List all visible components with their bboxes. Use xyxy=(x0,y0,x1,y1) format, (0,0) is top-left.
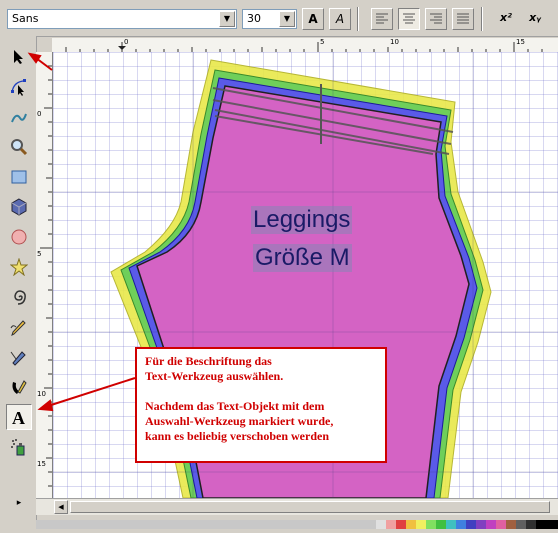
scroll-left-button[interactable]: ◀ xyxy=(54,500,68,514)
italic-icon: A xyxy=(335,12,345,26)
ruler-label: 15 xyxy=(37,460,46,468)
instruction-callout: Für die Beschriftung das Text-Werkzeug a… xyxy=(135,347,387,463)
align-center-icon xyxy=(403,13,415,24)
spray-tool[interactable] xyxy=(6,434,32,460)
horizontal-ruler: 0 5 10 15 xyxy=(52,38,558,53)
subscript-button[interactable]: xᵧ xyxy=(524,8,546,30)
ruler-label: 5 xyxy=(37,250,42,258)
align-center-button[interactable] xyxy=(398,8,420,30)
rectangle-tool[interactable] xyxy=(6,164,32,190)
tweak-tool[interactable] xyxy=(6,104,32,130)
ruler-label: 10 xyxy=(390,38,399,46)
align-right-button[interactable] xyxy=(425,8,447,30)
pencil-icon xyxy=(10,320,26,336)
text-tool[interactable]: A xyxy=(6,404,32,430)
spiral-tool[interactable] xyxy=(6,284,32,310)
tweak-icon xyxy=(11,113,27,123)
pencil-tool[interactable] xyxy=(6,314,32,340)
callout-line: kann es beliebig verschoben werden xyxy=(145,429,330,443)
star-icon xyxy=(9,257,29,277)
font-family-value: Sans xyxy=(12,12,39,25)
justify-icon xyxy=(457,13,469,24)
ellipse-icon xyxy=(11,229,27,245)
chevron-right-icon: ▸ xyxy=(16,498,22,508)
zoom-tool[interactable] xyxy=(6,134,32,160)
selector-tool[interactable] xyxy=(6,44,32,70)
ruler-label: 0 xyxy=(37,110,42,118)
callout-line: Für die Beschriftung das xyxy=(145,354,272,368)
pattern-title-text[interactable]: Leggings xyxy=(251,206,353,234)
font-family-select[interactable]: Sans ▼ xyxy=(7,9,237,29)
superscript-icon: x² xyxy=(500,11,512,24)
chevron-down-icon[interactable]: ▼ xyxy=(279,11,295,27)
horizontal-scrollbar[interactable]: ◀ xyxy=(36,498,558,515)
ruler-label: 10 xyxy=(37,390,46,398)
subscript-icon: xᵧ xyxy=(529,11,541,24)
separator xyxy=(357,7,359,31)
pattern-size-text[interactable]: Größe M xyxy=(253,244,352,272)
calligraphy-pen-icon xyxy=(12,380,27,394)
color-palette[interactable] xyxy=(36,514,558,529)
chevron-left-icon: ◀ xyxy=(58,503,64,511)
toolbox-more-button[interactable]: ▸ xyxy=(6,490,32,516)
node-edit-icon xyxy=(11,79,26,96)
callout-line: Text-Werkzeug auswählen. xyxy=(145,369,284,383)
rectangle-icon xyxy=(11,170,27,184)
bold-button[interactable]: A xyxy=(302,8,324,30)
align-left-icon xyxy=(376,13,388,24)
ellipse-tool[interactable] xyxy=(6,224,32,250)
magnifier-icon xyxy=(11,139,28,156)
vertical-ruler: 0 5 10 15 xyxy=(36,52,53,498)
pen-tool[interactable] xyxy=(6,344,32,370)
spray-icon xyxy=(11,439,25,456)
calligraphy-tool[interactable] xyxy=(6,374,32,400)
pen-icon xyxy=(10,351,26,366)
text-tool-icon: A xyxy=(12,408,25,428)
spiral-icon xyxy=(14,290,26,305)
ruler-ticks xyxy=(40,65,52,487)
svg-text:A: A xyxy=(12,408,25,426)
bold-icon: A xyxy=(308,12,318,26)
pointer-arrow-icon xyxy=(14,50,23,64)
align-right-icon xyxy=(430,13,442,24)
callout-line: Auswahl-Werkzeug markiert wurde, xyxy=(145,414,334,428)
ruler-label: 5 xyxy=(320,38,325,46)
3d-box-icon xyxy=(11,198,27,216)
justify-button[interactable] xyxy=(452,8,474,30)
superscript-button[interactable]: x² xyxy=(495,8,517,30)
ruler-label: 0 xyxy=(124,38,129,46)
3d-box-tool[interactable] xyxy=(6,194,32,220)
italic-button[interactable]: A xyxy=(329,8,351,30)
star-tool[interactable] xyxy=(6,254,32,280)
node-tool[interactable] xyxy=(6,74,32,100)
scroll-thumb[interactable] xyxy=(70,501,550,513)
text-toolbar: Sans ▼ 30 ▼ A A x² xᵧ xyxy=(0,0,558,37)
separator xyxy=(481,7,483,31)
callout-line: Nachdem das Text-Objekt mit dem xyxy=(145,399,325,413)
toolbox: A ▸ xyxy=(0,36,37,523)
font-size-value: 30 xyxy=(247,12,261,25)
align-left-button[interactable] xyxy=(371,8,393,30)
font-size-select[interactable]: 30 ▼ xyxy=(242,9,297,29)
ruler-label: 15 xyxy=(516,38,525,46)
palette-swatches[interactable] xyxy=(36,520,558,529)
chevron-down-icon[interactable]: ▼ xyxy=(219,11,235,27)
